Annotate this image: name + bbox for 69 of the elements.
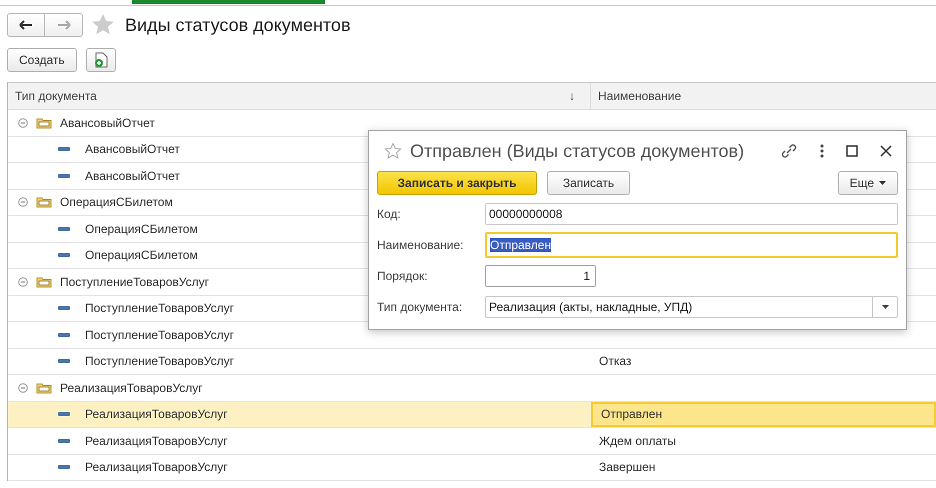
document-add-icon: [94, 52, 108, 68]
table-row[interactable]: РеализацияТоваровУслуг Ждем оплаты: [8, 428, 936, 454]
collapse-icon[interactable]: [18, 197, 28, 208]
group-name: РеализацияТоваровУслуг: [60, 380, 203, 395]
maximize-icon[interactable]: [846, 145, 858, 157]
back-button[interactable]: [7, 13, 45, 37]
dropdown-caret-icon[interactable]: [882, 305, 888, 309]
field-label: Тип документа:: [377, 300, 464, 314]
close-icon[interactable]: [880, 145, 892, 157]
table-cell: Отказ: [599, 354, 632, 368]
column-header[interactable]: Наименование: [591, 83, 936, 109]
star-icon[interactable]: [91, 13, 115, 37]
table-cell: Отправлен: [601, 407, 662, 422]
folder-icon: [36, 196, 52, 208]
folder-icon: [36, 382, 52, 394]
number-field[interactable]: 1: [485, 265, 596, 287]
caret-icon: [879, 181, 886, 185]
back-arrow-icon: [19, 20, 33, 30]
more-options-icon[interactable]: [820, 144, 824, 158]
folder-icon: [36, 116, 52, 129]
group-name: ОперацияСБилетом: [60, 195, 173, 210]
table-cell: РеализацияТоваровУслуг: [85, 434, 228, 448]
table-cell: ПоступлениеТоваровУслуг: [85, 301, 234, 316]
table-cell: Завершен: [599, 460, 656, 474]
group-name: ПоступлениеТоваровУслуг: [60, 274, 210, 289]
copy-button[interactable]: [86, 48, 116, 72]
table-cell: АвансовыйОтчет: [85, 168, 180, 183]
item-dash-icon: [58, 226, 70, 231]
table-cell: ОперацияСБилетом: [85, 222, 198, 236]
item-dash-icon: [58, 332, 70, 337]
save-and-close-button[interactable]: Записать и закрыть: [377, 171, 537, 195]
table-cell: РеализацияТоваровУслуг: [85, 460, 228, 474]
item-dash-icon: [58, 438, 70, 443]
link-icon[interactable]: [780, 142, 798, 160]
more-button[interactable]: Еще: [838, 171, 898, 195]
star-outline-icon[interactable]: [384, 142, 402, 160]
table-cell: ПоступлениеТоваровУслуг: [85, 354, 234, 368]
field-label: Код:: [377, 207, 402, 221]
table-cell: РеализацияТоваровУслуг: [85, 407, 228, 422]
collapse-icon[interactable]: [18, 382, 28, 393]
item-dash-icon: [58, 359, 70, 364]
item-dash-icon: [58, 412, 70, 416]
table-cell: АвансовыйОтчет: [85, 142, 180, 156]
table-cell: ОперацияСБилетом: [85, 248, 198, 262]
group-name: АвансовыйОтчет: [60, 116, 155, 130]
save-button[interactable]: Записать: [547, 171, 630, 195]
item-dash-icon: [58, 306, 70, 310]
collapse-icon[interactable]: [18, 118, 28, 128]
input-field[interactable]: 00000000008: [485, 203, 898, 225]
forward-arrow-icon: [56, 20, 70, 30]
folder-icon: [36, 276, 52, 288]
table-row[interactable]: РеализацияТоваровУслуг Завершен: [8, 454, 936, 481]
page-title: Виды статусов документов: [125, 14, 351, 36]
item-dash-icon: [58, 174, 70, 178]
field-label: Наименование:: [377, 238, 465, 252]
dialog-title: Отправлен (Виды статусов документов): [410, 140, 744, 162]
input-field[interactable]: Отправлен: [485, 232, 898, 258]
table-row[interactable]: ПоступлениеТоваровУслуг Отказ: [8, 348, 936, 375]
table-cell: Ждем оплаты: [599, 434, 676, 448]
table-row[interactable]: РеализацияТоваровУслуг Отправлен: [8, 402, 936, 428]
dropdown-field[interactable]: Реализация (акты, накладные, УПД): [485, 296, 898, 318]
item-dash-icon: [58, 147, 70, 152]
field-label: Порядок:: [377, 269, 429, 283]
table-cell: ПоступлениеТоваровУслуг: [85, 328, 234, 342]
item-dash-icon: [58, 253, 70, 258]
create-button[interactable]: Создать: [7, 48, 77, 72]
column-header[interactable]: Тип документа ↓: [8, 83, 591, 109]
item-dash-icon: [58, 465, 70, 470]
collapse-icon[interactable]: [18, 276, 28, 287]
